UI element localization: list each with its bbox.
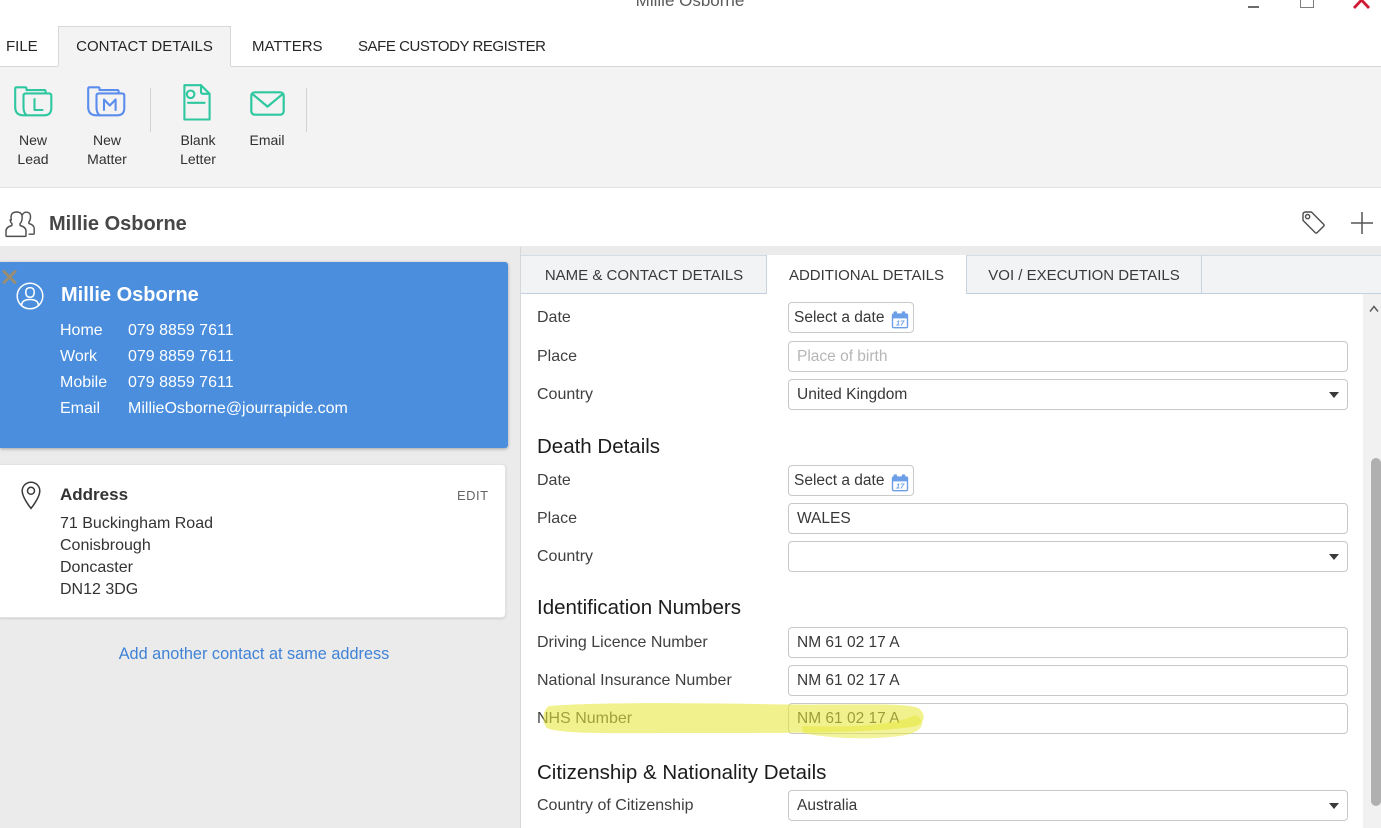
svg-text:17: 17	[896, 318, 905, 327]
svg-text:17: 17	[896, 481, 905, 490]
